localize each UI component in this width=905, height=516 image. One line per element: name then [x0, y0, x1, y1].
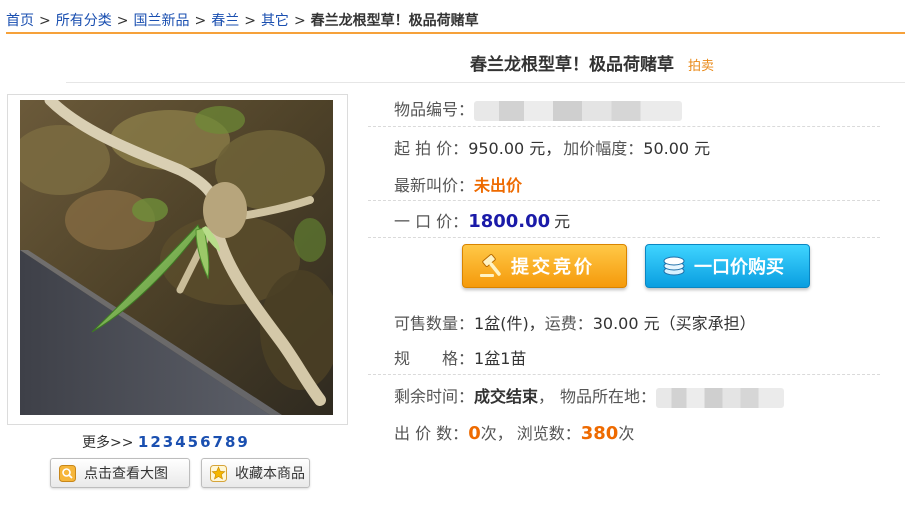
breadcrumb-separator: > — [244, 13, 256, 29]
star-icon — [210, 464, 227, 482]
start-price-label: 起 拍 价： — [394, 139, 469, 158]
image-page-link[interactable]: 9 — [237, 433, 247, 451]
buyout-price-value: 1800.00 — [468, 211, 551, 232]
buy-now-label: 一口价购买 — [694, 257, 784, 278]
image-page-link[interactable]: 7 — [213, 433, 223, 451]
buyout-price-label: 一 口 价： — [394, 212, 469, 231]
breadcrumb: 首页 > 所有分类 > 国兰新品 > 春兰 > 其它 > 春兰龙根型草！极品荷赌草 — [6, 10, 479, 30]
quantity-label: 可售数量： — [394, 314, 475, 333]
breadcrumb-all-categories[interactable]: 所有分类 — [56, 13, 112, 29]
increment-value: 50.00 元 — [643, 139, 711, 158]
breadcrumb-separator: > — [116, 13, 129, 29]
item-number-label: 物品编号： — [394, 100, 475, 119]
buyout-price-row: 一 口 价：1800.00 元 — [394, 208, 570, 232]
row-divider — [368, 237, 880, 238]
header-divider — [6, 32, 905, 34]
start-price-value: 950.00 元， — [468, 139, 562, 158]
product-photo[interactable] — [20, 100, 333, 415]
breadcrumb-other[interactable]: 其它 — [261, 13, 289, 29]
latest-bid-label: 最新叫价： — [394, 176, 475, 195]
buyout-price-unit: 元 — [554, 212, 571, 231]
breadcrumb-current: 春兰龙根型草！极品荷赌草 — [310, 13, 479, 29]
remaining-time-row: 剩余时间：成交结束， 物品所在地： — [394, 383, 785, 408]
view-count-label: 浏览数： — [516, 424, 581, 443]
gavel-icon — [477, 252, 505, 280]
breadcrumb-spring-orchid[interactable]: 春兰 — [211, 13, 239, 29]
favorite-item-label: 收藏本商品 — [235, 466, 305, 482]
bid-count-label: 出 价 数： — [394, 424, 469, 443]
latest-bid-row: 最新叫价：未出价 — [394, 172, 522, 196]
breadcrumb-new-orchids[interactable]: 国兰新品 — [133, 13, 189, 29]
view-large-image-button[interactable]: 点击查看大图 — [50, 458, 190, 488]
product-title: 春兰龙根型草！极品荷赌草 — [470, 55, 674, 75]
remaining-time-value: 成交结束 — [474, 387, 539, 406]
location-label: 物品所在地： — [560, 387, 657, 406]
image-page-link[interactable]: 2 — [150, 433, 160, 451]
image-page-link[interactable]: 6 — [200, 433, 210, 451]
increment-label: 加价幅度： — [563, 139, 644, 158]
remaining-time-label: 剩余时间： — [394, 387, 475, 406]
bid-count-value: 0 — [468, 423, 481, 444]
quantity-value: 1盆(件)， — [474, 314, 545, 333]
title-divider — [66, 82, 905, 83]
latest-bid-value: 未出价 — [474, 176, 523, 195]
product-image-frame — [7, 94, 348, 425]
more-images-label: 更多>> — [82, 435, 134, 451]
start-price-row: 起 拍 价：950.00 元， 加价幅度：50.00 元 — [394, 135, 710, 159]
remaining-time-separator: ， — [538, 387, 555, 406]
auction-tag[interactable]: 拍卖 — [688, 59, 714, 74]
item-number-row: 物品编号： — [394, 96, 683, 121]
image-page-link[interactable]: 8 — [225, 433, 235, 451]
submit-bid-label: 提交竞价 — [511, 257, 595, 278]
view-count-unit: 次 — [618, 424, 635, 443]
product-title-bar: 春兰龙根型草！极品荷赌草 拍卖 — [470, 50, 714, 75]
location-redacted — [656, 387, 785, 408]
view-large-image-label: 点击查看大图 — [84, 466, 168, 482]
spec-row: 规 格：1盆1苗 — [394, 345, 526, 369]
quantity-row: 可售数量：1盆(件)，运费：30.00 元（买家承担） — [394, 310, 756, 334]
row-divider — [368, 374, 880, 375]
coins-icon — [660, 252, 688, 280]
image-page-link[interactable]: 1 — [138, 433, 148, 451]
buy-now-button[interactable]: 一口价购买 — [645, 244, 810, 288]
view-count-value: 380 — [580, 423, 619, 444]
breadcrumb-home[interactable]: 首页 — [6, 13, 34, 29]
image-page-link[interactable]: 3 — [163, 433, 173, 451]
image-pagination: 更多>> 123456789 — [82, 432, 250, 452]
favorite-item-button[interactable]: 收藏本商品 — [201, 458, 310, 488]
row-divider — [368, 126, 880, 127]
row-divider — [368, 200, 880, 201]
item-number-redacted — [474, 100, 683, 121]
image-page-link[interactable]: 5 — [188, 433, 198, 451]
spec-value: 1盆1苗 — [474, 349, 527, 368]
breadcrumb-separator: > — [194, 13, 207, 29]
shipping-value: 30.00 元（买家承担） — [592, 314, 756, 333]
bid-count-unit: 次， — [480, 424, 513, 443]
bid-stats-row: 出 价 数：0次， 浏览数：380次 — [394, 420, 634, 444]
magnifier-icon — [59, 464, 76, 482]
breadcrumb-separator: > — [39, 13, 51, 29]
breadcrumb-separator: > — [293, 13, 306, 29]
image-page-link[interactable]: 4 — [175, 433, 185, 451]
shipping-label: 运费： — [544, 314, 593, 333]
spec-label: 规 格： — [394, 349, 475, 368]
submit-bid-button[interactable]: 提交竞价 — [462, 244, 627, 288]
